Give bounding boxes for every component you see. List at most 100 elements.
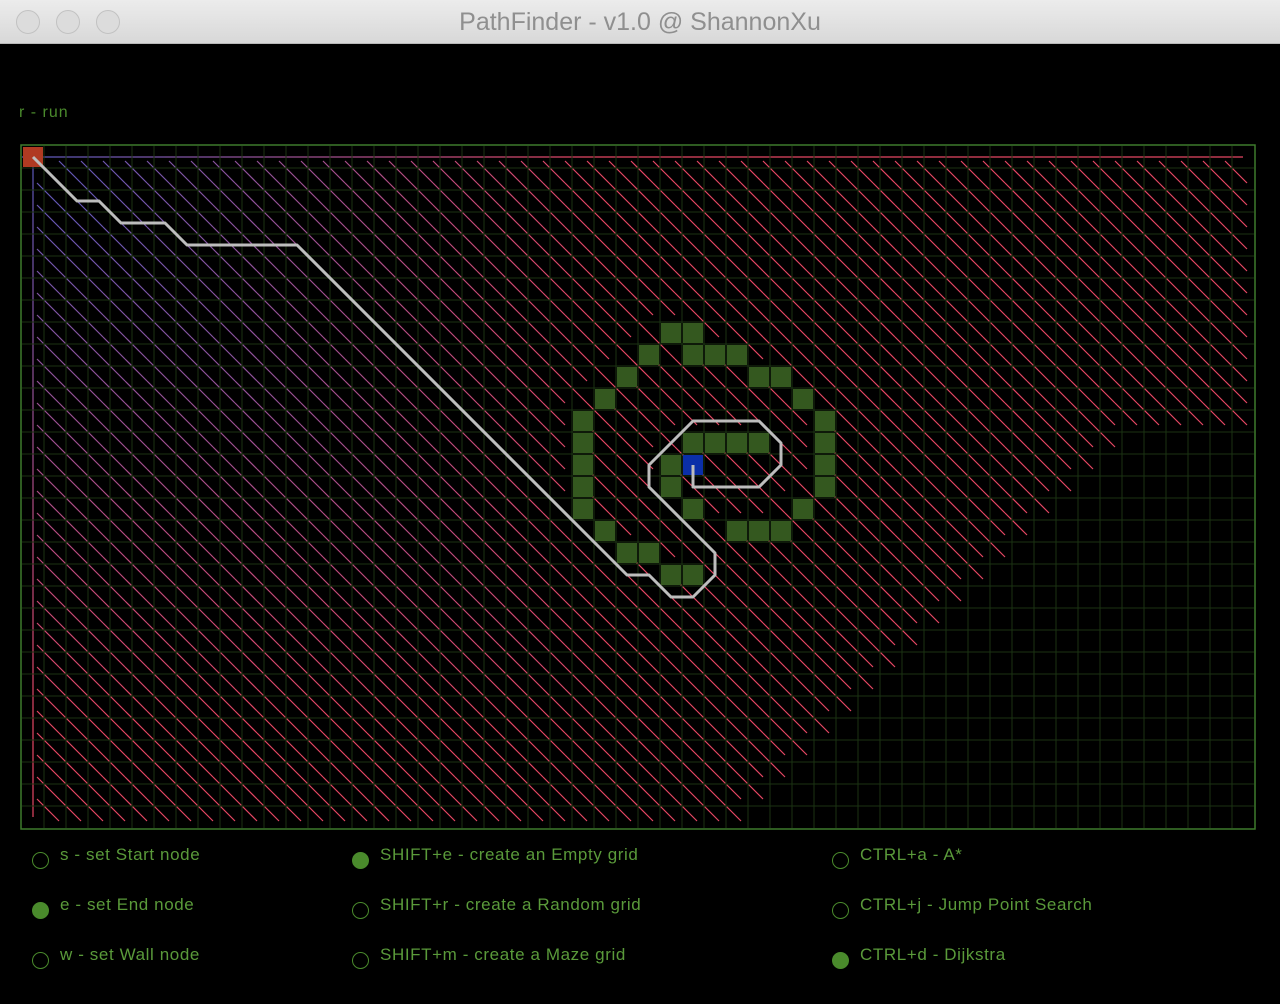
explored-arrow [36,644,60,668]
explored-arrow [608,424,632,448]
explored-arrow [1026,358,1050,382]
explored-arrow [102,358,126,382]
explored-arrow [146,776,170,800]
explored-arrow [256,776,280,800]
explored-arrow [102,600,126,624]
explored-arrow [278,578,302,602]
explored-arrow [630,688,654,712]
explored-arrow [1026,270,1050,294]
explored-arrow [828,556,852,580]
explored-arrow [36,776,60,800]
explored-arrow [454,688,478,712]
explored-arrow [806,204,830,228]
explored-arrow [102,512,126,536]
explored-arrow [256,468,280,492]
explored-arrow [498,776,522,800]
explored-arrow [212,710,236,734]
explored-arrow [190,380,214,404]
explored-arrow [454,204,478,228]
explored-arrow [388,710,412,734]
explored-arrow [872,402,896,426]
explored-arrow [850,556,874,580]
explored-arrow [564,798,588,822]
explored-arrow [498,754,522,778]
explored-arrow [366,534,390,558]
explored-arrow [1092,270,1116,294]
explored-arrow [146,600,170,624]
explored-arrow [454,336,478,360]
explored-arrow [916,446,940,470]
mode-end-radio[interactable] [32,902,49,919]
explored-arrow [1136,204,1160,228]
explored-arrow [432,776,456,800]
explored-arrow [476,556,500,580]
explored-arrow [982,204,1006,228]
mode-start-radio[interactable] [32,852,49,869]
explored-arrow [520,556,544,580]
explored-arrow [278,666,302,690]
mode-wall-radio[interactable] [32,952,49,969]
explored-arrow [432,644,456,668]
explored-arrow [300,160,324,184]
grid-maze-radio[interactable] [352,952,369,969]
explored-arrow [872,248,896,272]
explored-arrow [1224,358,1248,382]
explored-arrow [586,204,610,228]
explored-arrow [630,798,654,822]
explored-arrow [806,534,830,558]
explored-arrow [1092,248,1116,272]
explored-arrow [674,380,698,404]
explored-arrow [234,446,258,470]
explored-arrow [608,622,632,646]
explored-arrow [190,490,214,514]
grid-random-radio[interactable] [352,902,369,919]
explored-arrow [256,512,280,536]
explored-arrow [476,600,500,624]
explored-arrow [410,336,434,360]
explored-arrow [850,666,874,690]
grid-empty-radio[interactable] [352,852,369,869]
explored-arrow [784,160,808,184]
explored-arrow [124,424,148,448]
explored-arrow [938,512,962,536]
explored-arrow [498,336,522,360]
explored-arrow [1070,336,1094,360]
explored-arrow [80,534,104,558]
algo-jps-radio[interactable] [832,902,849,919]
explored-arrow [718,314,742,338]
algo-dijkstra-radio[interactable] [832,952,849,969]
explored-arrow [938,182,962,206]
explored-arrow [432,710,456,734]
explored-arrow [652,270,676,294]
explored-arrow [718,776,742,800]
explored-arrow [322,204,346,228]
explored-arrow [960,270,984,294]
explored-arrow [300,600,324,624]
explored-arrow [190,292,214,316]
explored-arrow [938,446,962,470]
explored-arrow [388,666,412,690]
explored-arrow [850,160,874,184]
explored-arrow [1202,182,1226,206]
explored-arrow [1070,402,1094,426]
explored-arrow [80,204,104,228]
explored-arrow [366,644,390,668]
explored-arrow [124,578,148,602]
explored-arrow [432,600,456,624]
algo-astar-radio[interactable] [832,852,849,869]
explored-arrow [1070,446,1094,470]
explored-arrow [1114,160,1138,184]
explored-arrow [806,226,830,250]
explored-arrow [916,248,940,272]
explored-arrow [168,512,192,536]
explored-arrow [146,336,170,360]
explored-arrow [146,666,170,690]
explored-arrow [916,336,940,360]
explored-arrow [828,248,852,272]
explored-arrow [454,754,478,778]
explored-arrow [278,248,302,272]
explored-arrow [784,248,808,272]
explored-arrow [542,644,566,668]
explored-arrow [828,292,852,316]
explored-arrow [586,358,610,382]
